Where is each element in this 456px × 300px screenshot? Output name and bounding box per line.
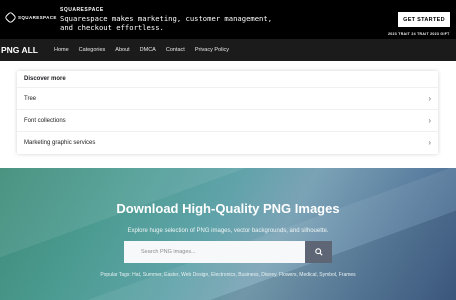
search-icon xyxy=(314,248,323,256)
discover-heading: Discover more xyxy=(24,76,66,82)
discover-more-panel: Discover more Tree › Font collections › … xyxy=(17,71,438,154)
search-button[interactable] xyxy=(305,241,332,263)
chevron-right-icon: › xyxy=(428,138,431,147)
nav-link-privacy-policy[interactable]: Privacy Policy xyxy=(190,47,234,53)
discover-item-label: Marketing graphic services xyxy=(24,139,96,146)
ad-brand: SQUARESPACE xyxy=(60,7,104,13)
nav-link-contact[interactable]: Contact xyxy=(161,47,190,53)
main-nav: PNG ALL Home Categories About DMCA Conta… xyxy=(0,39,456,61)
nav-link-dmca[interactable]: DMCA xyxy=(135,47,161,53)
nav-link-about[interactable]: About xyxy=(110,47,134,53)
squarespace-logo-icon xyxy=(4,11,17,24)
chevron-right-icon: › xyxy=(428,116,431,125)
discover-item-marketing-graphic-services[interactable]: Marketing graphic services › xyxy=(17,131,438,153)
site-title[interactable]: PNG ALL xyxy=(1,45,49,55)
squarespace-logo: SQUARESPACE xyxy=(4,11,57,24)
ad-footer-text: 2023 TRAIT 24 TRAIT 2023 GIFT xyxy=(388,32,450,36)
search-bar xyxy=(124,241,332,263)
discover-item-label: Font collections xyxy=(24,117,66,124)
chevron-right-icon: › xyxy=(428,94,431,103)
hero-section: Download High-Quality PNG Images Explore… xyxy=(0,168,456,300)
popular-tags[interactable]: Popular Tags: Hat, Summer, Easter, Web D… xyxy=(0,272,456,278)
ad-message: Squarespace makes marketing, customer ma… xyxy=(60,14,273,32)
discover-item-font-collections[interactable]: Font collections › xyxy=(17,109,438,131)
discover-item-label: Tree xyxy=(24,95,37,102)
ad-banner[interactable]: SQUARESPACE SQUARESPACE Squarespace make… xyxy=(0,0,456,39)
nav-link-home[interactable]: Home xyxy=(49,47,74,53)
nav-link-categories[interactable]: Categories xyxy=(74,47,111,53)
hero-title: Download High-Quality PNG Images xyxy=(116,201,340,216)
hero-background-pattern xyxy=(0,168,456,300)
get-started-button[interactable]: GET STARTED xyxy=(398,12,450,27)
search-input[interactable] xyxy=(124,241,305,263)
logo-text: SQUARESPACE xyxy=(18,15,57,20)
discover-item-tree[interactable]: Tree › xyxy=(17,87,438,109)
hero-subtitle: Explore huge selection of PNG images, ve… xyxy=(127,228,329,234)
